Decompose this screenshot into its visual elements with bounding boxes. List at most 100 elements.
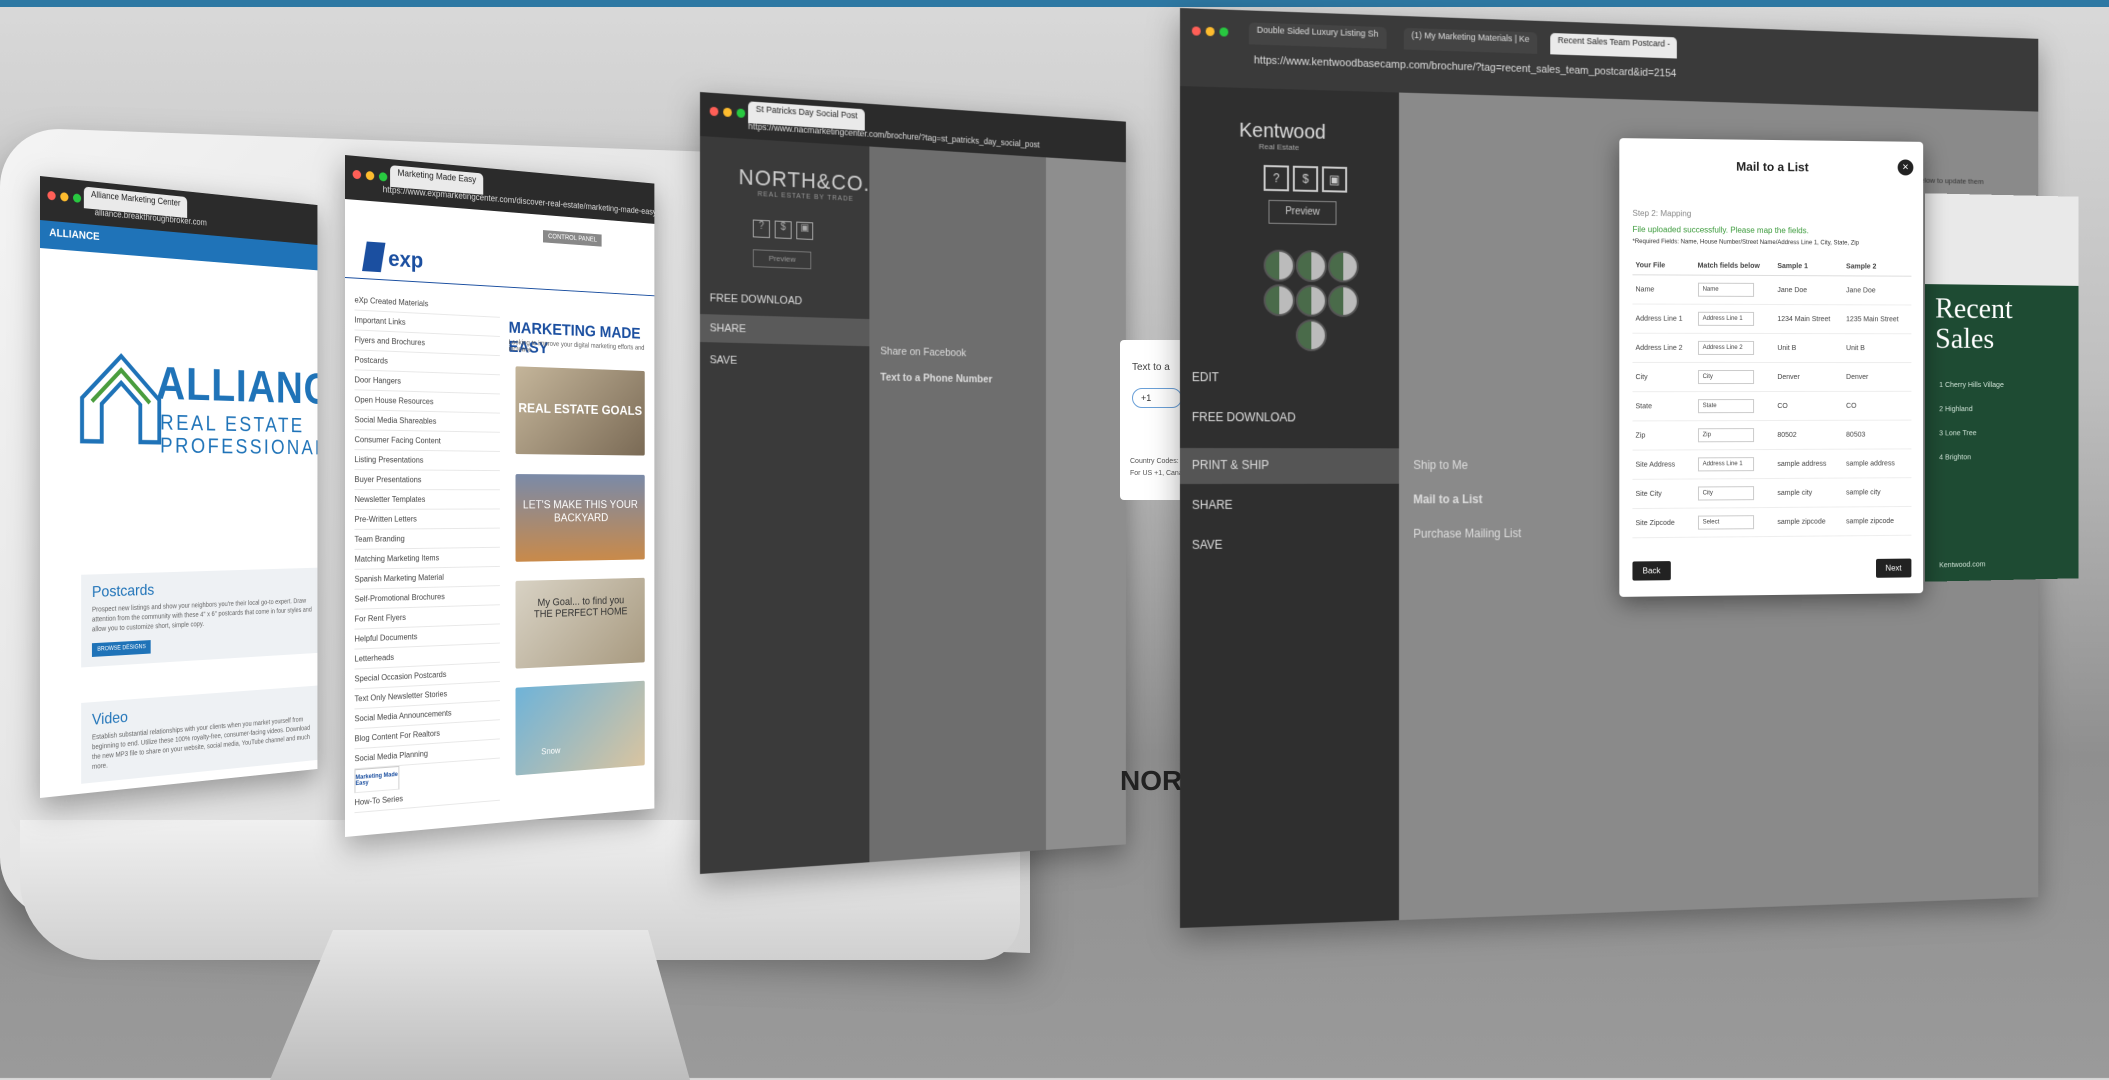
table-row: Site City City sample city sample city	[1632, 477, 1912, 509]
top-accent-bar	[0, 0, 2109, 7]
browse-designs-button[interactable]: BROWSE DESIGNS	[91, 640, 151, 657]
table-cell: 80503	[1843, 420, 1912, 450]
recent-sales-postcard: Recent Sales 1 Cherry Hills Village 2 Hig…	[1925, 193, 2079, 582]
table-cell: Denver	[1843, 362, 1912, 392]
window-controls[interactable]	[709, 103, 750, 124]
match-field-select[interactable]: Select	[1697, 515, 1754, 530]
table-cell: sample address	[1774, 449, 1844, 479]
match-field-select[interactable]: Zip	[1697, 428, 1754, 443]
help-icon[interactable]: ?	[752, 219, 770, 239]
title-line-1: Recent	[1935, 293, 2013, 326]
window-controls[interactable]	[1191, 22, 1233, 41]
column-header: Sample 1	[1774, 258, 1844, 276]
window-controls[interactable]	[47, 187, 85, 209]
color-swatch[interactable]	[1295, 319, 1327, 352]
browser-tab[interactable]: Double Sided Luxury Listing Sh	[1248, 22, 1387, 49]
postcards-text: Prospect new listings and show your neig…	[91, 598, 312, 634]
match-field-cell: Name	[1694, 275, 1775, 305]
table-cell: Jane Doe	[1774, 275, 1844, 305]
browser-tab[interactable]: Recent Sales Team Postcard -	[1550, 32, 1678, 59]
match-field-select[interactable]: City	[1697, 370, 1754, 385]
sidebar-nav-item[interactable]: Pre-Written Letters	[354, 509, 500, 530]
required-fields-note: *Required Fields: Name, House Number/Str…	[1632, 239, 1859, 247]
table-cell: City	[1632, 362, 1695, 392]
table-cell: Site Zipcode	[1632, 508, 1695, 538]
alliance-brand-title: ALLIANCE	[155, 358, 318, 415]
sidebar-item-save[interactable]: SAVE	[710, 354, 737, 367]
sidebar-nav-item[interactable]: Consumer Facing Content	[354, 430, 500, 452]
list-item: 4 Brighton	[1939, 454, 1972, 462]
ship-to-me-option[interactable]: Ship to Me	[1413, 458, 1468, 472]
browser-tab[interactable]: (1) My Marketing Materials | Ke	[1403, 27, 1538, 54]
svg-text:exp: exp	[388, 247, 423, 273]
close-icon[interactable]: ×	[1897, 159, 1914, 176]
control-panel-button[interactable]: CONTROL PANEL	[543, 230, 602, 247]
text-phone-option[interactable]: Text to a Phone Number	[880, 372, 992, 386]
table-cell: Site Address	[1632, 449, 1695, 480]
match-field-select[interactable]: City	[1697, 486, 1754, 501]
sidebar-item-free-download[interactable]: FREE DOWNLOAD	[1192, 410, 1296, 424]
table-cell: 80502	[1774, 420, 1844, 450]
mail-to-list-option[interactable]: Mail to a List	[1413, 492, 1482, 506]
sidebar-nav-item[interactable]: Listing Presentations	[354, 450, 500, 472]
table-row: Address Line 2 Address Line 2 Unit B Unit B	[1632, 333, 1912, 363]
sidebar-item-save[interactable]: SAVE	[1192, 538, 1223, 552]
match-field-cell: Select	[1694, 507, 1775, 538]
help-icon[interactable]: ?	[1263, 164, 1289, 192]
phone-input[interactable]: +1	[1132, 388, 1182, 408]
next-button[interactable]: Next	[1875, 558, 1912, 578]
address-bar[interactable]: https://www.expmarketingcenter.com/disco…	[383, 184, 655, 217]
purchase-mailing-list-option[interactable]: Purchase Mailing List	[1413, 526, 1521, 540]
sidebar-nav-item[interactable]: Buyer Presentations	[354, 470, 500, 491]
thumbnail-card[interactable]: Snow	[515, 680, 645, 776]
sidebar-item-edit[interactable]: EDIT	[1192, 370, 1219, 384]
column-header: Match fields below	[1694, 257, 1775, 276]
table-cell: Address Line 1	[1632, 304, 1695, 334]
table-row: Site Address Address Line 1 sample address…	[1632, 448, 1912, 480]
sidebar-item-print-ship[interactable]: PRINT & SHIP	[1192, 458, 1269, 472]
sidebar-nav-item[interactable]: Social Media Shareables	[354, 410, 500, 433]
price-icon[interactable]: $	[774, 220, 792, 240]
list-item: 1 Cherry Hills Village	[1939, 381, 2004, 390]
thumbnail-card[interactable]: REAL ESTATE GOALS	[515, 366, 645, 456]
color-swatch[interactable]	[1327, 285, 1359, 318]
sidebar-nav-item[interactable]: Marketing Made Easy	[354, 765, 400, 794]
thumbnail-card[interactable]: LET'S MAKE THIS YOUR BACKYARD	[515, 474, 645, 562]
match-field-select[interactable]: Name	[1697, 282, 1754, 297]
match-field-select[interactable]: Address Line 2	[1697, 340, 1754, 355]
thumbnail-card[interactable]: My Goal... to find you THE PERFECT HOME	[515, 577, 645, 669]
country-codes-label: Country Codes:	[1130, 458, 1179, 465]
price-icon[interactable]: $	[1292, 165, 1319, 193]
match-field-select[interactable]: State	[1697, 399, 1754, 414]
match-field-cell: State	[1694, 391, 1775, 421]
color-swatch[interactable]	[1295, 284, 1327, 317]
color-swatch[interactable]	[1327, 250, 1359, 283]
sidebar-item-share[interactable]: SHARE	[710, 322, 746, 335]
sidebar-nav-item[interactable]: Newsletter Templates	[354, 490, 500, 510]
column-header: Sample 2	[1843, 258, 1912, 277]
color-swatch[interactable]	[1263, 249, 1295, 282]
exp-browser-window: Marketing Made Easy https://www.expmarke…	[345, 155, 655, 837]
table-row: Site Zipcode Select sample zipcode sample z…	[1632, 506, 1912, 538]
field-mapping-table: Your File Match fields below Sample 1 Sa…	[1632, 257, 1912, 538]
address-bar[interactable]: https://www.kentwoodbasecamp.com/brochur…	[1254, 54, 1676, 79]
table-cell: Denver	[1774, 362, 1844, 392]
match-field-select[interactable]: Address Line 1	[1697, 311, 1754, 326]
preview-button[interactable]: Preview	[752, 249, 812, 270]
color-swatch[interactable]	[1295, 249, 1327, 283]
editor-sidebar	[700, 136, 870, 874]
share-facebook-option[interactable]: Share on Facebook	[880, 346, 966, 360]
color-swatch[interactable]	[1263, 284, 1295, 317]
sidebar-nav-item[interactable]: Team Branding	[354, 528, 500, 550]
sales-list: 1 Cherry Hills Village 2 Highland 3 Lone…	[1939, 380, 2004, 465]
save-icon[interactable]: ▣	[796, 221, 814, 240]
preview-button[interactable]: Preview	[1268, 199, 1337, 226]
sidebar-item-share[interactable]: SHARE	[1192, 498, 1233, 512]
match-field-select[interactable]: Address Line 1	[1697, 457, 1754, 472]
back-button[interactable]: Back	[1632, 561, 1671, 581]
share-options-panel: Share on Facebook Text to a Phone Number	[869, 146, 1046, 863]
postcard-footer: Kentwood.com	[1939, 561, 1986, 570]
save-icon[interactable]: ▣	[1321, 166, 1348, 193]
table-cell: sample city	[1774, 478, 1844, 508]
table-row: Address Line 1 Address Line 1 1234 Main St…	[1632, 304, 1912, 334]
